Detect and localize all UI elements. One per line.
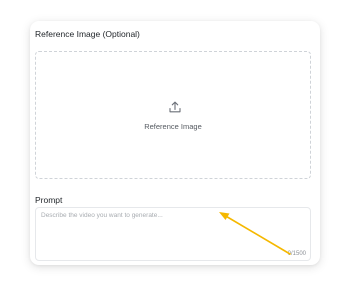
upload-icon (169, 101, 181, 113)
prompt-title: Prompt (35, 195, 63, 205)
reference-image-label: Reference Image (144, 122, 202, 131)
video-generation-form: Reference Image (Optional) Reference Ima… (30, 21, 320, 265)
prompt-input[interactable] (36, 208, 310, 260)
prompt-container: 0/1500 (35, 207, 311, 261)
character-count: 0/1500 (287, 251, 306, 257)
reference-image-title: Reference Image (Optional) (35, 29, 140, 39)
reference-image-dropzone[interactable]: Reference Image (35, 51, 311, 179)
